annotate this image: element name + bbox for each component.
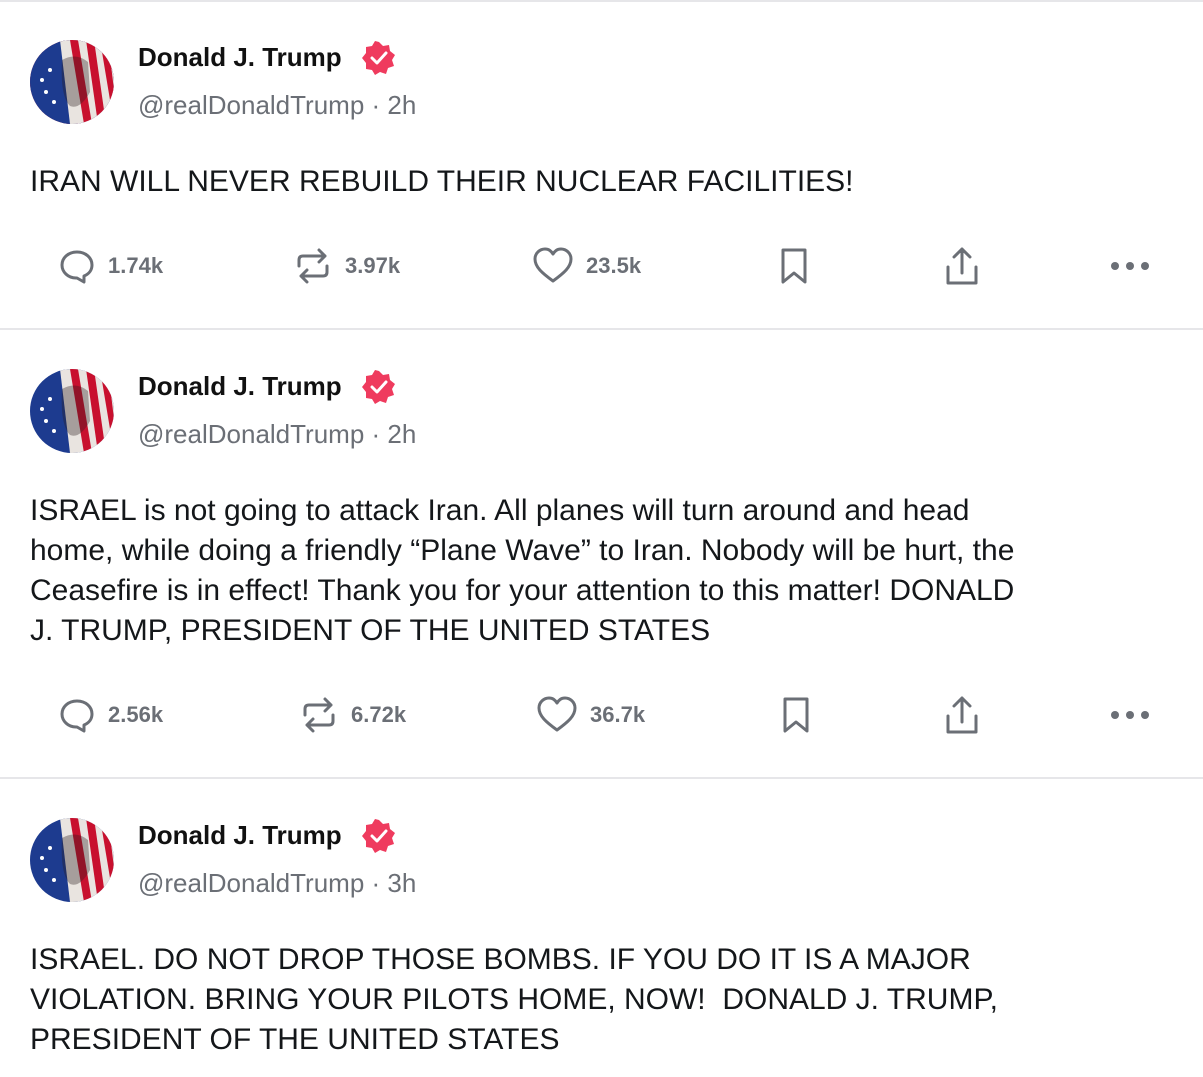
verified-badge-icon bbox=[362, 41, 395, 75]
post[interactable]: Donald J. Trump @realDonaldTrump · 3h IS… bbox=[0, 779, 1203, 1077]
more-icon bbox=[1111, 262, 1149, 270]
verified-badge-icon bbox=[362, 819, 395, 853]
share-icon bbox=[946, 696, 978, 734]
reply-button[interactable]: 1.74k bbox=[58, 244, 163, 288]
reply-icon bbox=[60, 699, 94, 733]
repost-icon bbox=[297, 248, 329, 284]
share-button[interactable] bbox=[943, 244, 981, 288]
post[interactable]: Donald J. Trump @realDonaldTrump · 2h IS… bbox=[0, 330, 1203, 778]
reply-button[interactable]: 2.56k bbox=[58, 693, 163, 737]
bookmark-button[interactable] bbox=[778, 244, 810, 288]
share-icon bbox=[946, 247, 978, 285]
verified-badge-icon bbox=[362, 370, 395, 404]
like-button[interactable]: 36.7k bbox=[536, 693, 645, 737]
avatar[interactable] bbox=[30, 40, 114, 124]
repost-count: 3.97k bbox=[345, 253, 401, 278]
post[interactable]: Donald J. Trump @realDonaldTrump · 2h IR… bbox=[0, 0, 1203, 330]
post-actions: 1.74k 3.97k 23.5k bbox=[0, 244, 1203, 288]
repost-count: 6.72k bbox=[351, 702, 407, 727]
repost-button[interactable]: 3.97k bbox=[293, 244, 400, 288]
reply-count: 1.74k bbox=[108, 253, 164, 278]
post-text: ISRAEL. DO NOT DROP THOSE BOMBS. IF YOU … bbox=[30, 943, 998, 1056]
author-name[interactable]: Donald J. Trump bbox=[138, 42, 342, 73]
post-text: ISRAEL is not going to attack Iran. All … bbox=[30, 494, 1015, 647]
bookmark-icon bbox=[781, 248, 807, 284]
more-button[interactable] bbox=[1110, 244, 1150, 288]
more-icon bbox=[1111, 711, 1149, 719]
repost-icon bbox=[303, 697, 335, 733]
author-name[interactable]: Donald J. Trump bbox=[138, 371, 342, 402]
like-count: 36.7k bbox=[590, 702, 646, 727]
reply-count: 2.56k bbox=[108, 702, 164, 727]
like-icon bbox=[537, 696, 577, 732]
repost-button[interactable]: 6.72k bbox=[299, 693, 406, 737]
author-handle-time[interactable]: @realDonaldTrump · 3h bbox=[138, 868, 416, 899]
avatar[interactable] bbox=[30, 818, 114, 902]
post-text: IRAN WILL NEVER REBUILD THEIR NUCLEAR FA… bbox=[30, 165, 854, 198]
bookmark-button[interactable] bbox=[780, 693, 812, 737]
avatar[interactable] bbox=[30, 369, 114, 453]
reply-icon bbox=[60, 250, 94, 284]
post-actions: 2.56k 6.72k 36.7k bbox=[0, 693, 1203, 737]
author-handle-time[interactable]: @realDonaldTrump · 2h bbox=[138, 90, 416, 121]
like-icon bbox=[533, 247, 573, 283]
author-name[interactable]: Donald J. Trump bbox=[138, 820, 342, 851]
bookmark-icon bbox=[783, 697, 809, 733]
like-button[interactable]: 23.5k bbox=[532, 244, 641, 288]
more-button[interactable] bbox=[1110, 693, 1150, 737]
share-button[interactable] bbox=[943, 693, 981, 737]
author-handle-time[interactable]: @realDonaldTrump · 2h bbox=[138, 419, 416, 450]
like-count: 23.5k bbox=[586, 253, 642, 278]
